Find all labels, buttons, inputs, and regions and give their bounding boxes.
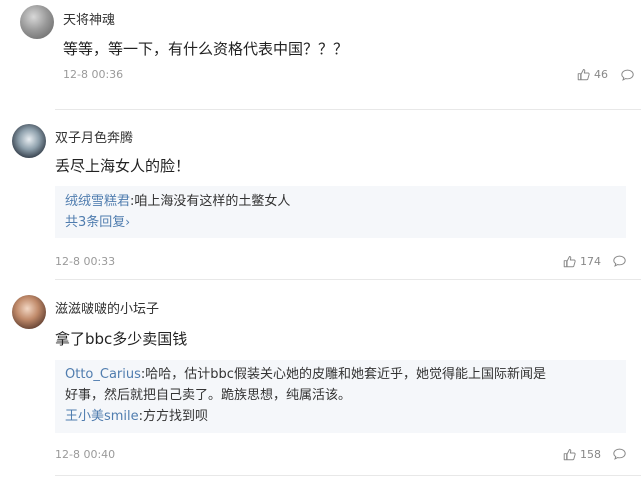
reply-text-continued: 好事，然后就把自己卖了。跪族思想，纯属活该。 xyxy=(65,388,352,403)
like-button[interactable]: 174 xyxy=(563,255,601,268)
reply-username[interactable]: 王小美smile xyxy=(65,409,139,424)
reply-text: :咱上海没有这样的土鳖女人 xyxy=(130,194,291,209)
like-count: 158 xyxy=(580,448,601,461)
thumbs-up-icon xyxy=(563,255,576,268)
reply-username[interactable]: Otto_Carius xyxy=(65,367,141,382)
comment-time: 12-8 00:36 xyxy=(63,68,124,81)
thumbs-up-icon xyxy=(577,68,590,81)
avatar[interactable] xyxy=(20,5,54,39)
divider xyxy=(55,475,641,476)
comment-username[interactable]: 滋滋啵啵的小坛子 xyxy=(55,298,159,317)
comment-text: 丢尽上海女人的脸！ xyxy=(55,157,191,175)
avatar[interactable] xyxy=(12,295,46,329)
comment-time: 12-8 00:33 xyxy=(55,255,116,268)
reply-item: 绒绒雪糕君:咱上海没有这样的土鳖女人 xyxy=(65,191,616,212)
more-replies-link[interactable]: 共3条回复› xyxy=(65,212,616,233)
avatar[interactable] xyxy=(12,124,46,158)
like-button[interactable]: 158 xyxy=(563,448,601,461)
comment-username[interactable]: 天将神魂 xyxy=(63,9,115,28)
comment-username[interactable]: 双子月色奔腾 xyxy=(55,127,133,146)
comment-bubble-icon[interactable] xyxy=(613,255,626,267)
like-count: 174 xyxy=(580,255,601,268)
comment-text: 拿了bbc多少卖国钱 xyxy=(55,330,188,348)
reply-item: Otto_Carius:哈哈，估计bbc假装关心她的皮雕和她套近乎，她觉得能上国… xyxy=(65,364,616,385)
reply-box: 绒绒雪糕君:咱上海没有这样的土鳖女人 共3条回复› xyxy=(55,186,626,238)
comment-item: 天将神魂 等等，等一下，有什么资格代表中国？？？ 12-8 00:36 46 xyxy=(0,0,641,110)
reply-text: :哈哈，估计bbc假装关心她的皮雕和她套近乎，她觉得能上国际新闻是 xyxy=(140,367,546,382)
reply-username[interactable]: 绒绒雪糕君 xyxy=(65,194,130,209)
comment-bubble-icon[interactable] xyxy=(621,69,634,81)
comment-text: 等等，等一下，有什么资格代表中国？？？ xyxy=(63,40,349,58)
reply-item: 王小美smile:方方找到呗 xyxy=(65,406,616,427)
thumbs-up-icon xyxy=(563,448,576,461)
like-button[interactable]: 46 xyxy=(577,68,608,81)
reply-text: :方方找到呗 xyxy=(138,409,209,424)
chevron-right-icon: › xyxy=(125,215,131,229)
comment-bubble-icon[interactable] xyxy=(613,448,626,460)
comment-item: 双子月色奔腾 丢尽上海女人的脸！ 绒绒雪糕君:咱上海没有这样的土鳖女人 共3条回… xyxy=(0,110,641,280)
like-count: 46 xyxy=(594,68,608,81)
comment-item: 滋滋啵啵的小坛子 拿了bbc多少卖国钱 Otto_Carius:哈哈，估计bbc… xyxy=(0,280,641,479)
reply-box: Otto_Carius:哈哈，估计bbc假装关心她的皮雕和她套近乎，她觉得能上国… xyxy=(55,360,626,433)
comment-time: 12-8 00:40 xyxy=(55,448,116,461)
